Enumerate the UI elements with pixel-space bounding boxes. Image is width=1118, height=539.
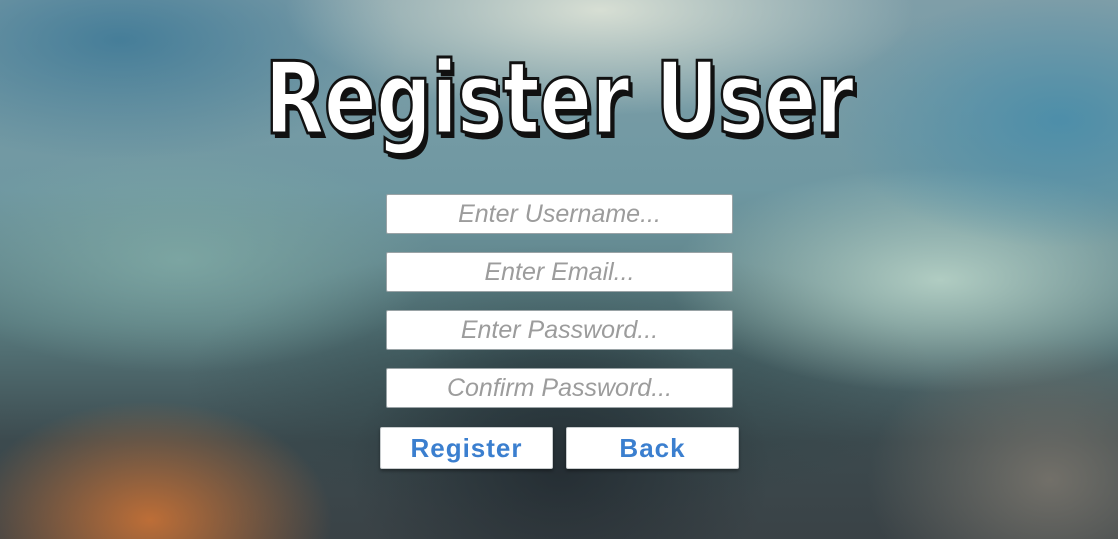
- back-button[interactable]: Back: [566, 427, 739, 469]
- email-input[interactable]: [386, 252, 733, 292]
- button-row: Register Back: [380, 427, 740, 469]
- password-input[interactable]: [386, 310, 733, 350]
- confirm-password-input[interactable]: [386, 368, 733, 408]
- register-button[interactable]: Register: [380, 427, 553, 469]
- username-input[interactable]: [386, 194, 733, 234]
- page-title: Register User: [263, 40, 855, 157]
- register-screen: Register User Register Back: [0, 0, 1118, 539]
- register-form: [386, 194, 733, 426]
